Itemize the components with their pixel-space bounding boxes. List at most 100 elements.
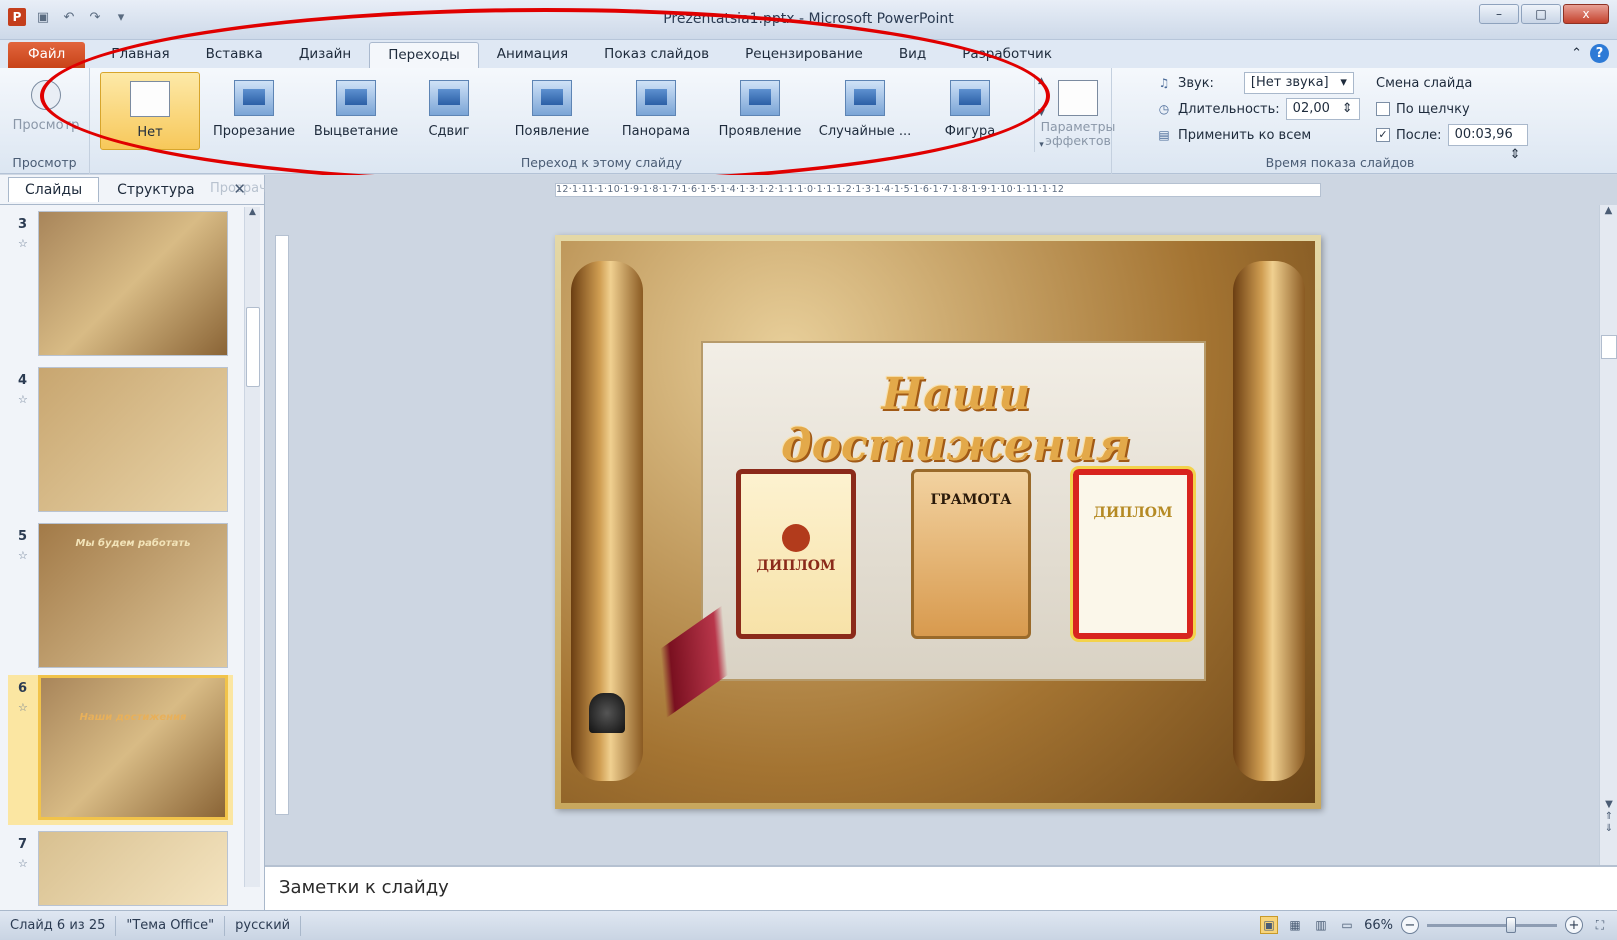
after-spinner[interactable]: 00:03,96 ⇕ bbox=[1447, 124, 1528, 162]
slide-thumbnail-5[interactable]: 5 ☆ Мы будем работать bbox=[8, 523, 233, 673]
tab-view[interactable]: Вид bbox=[881, 42, 944, 68]
scroll-thumb[interactable] bbox=[246, 307, 260, 387]
close-icon[interactable]: ✕ bbox=[233, 180, 246, 198]
window-controls: – □ x bbox=[1479, 4, 1609, 24]
certificate-title: ДИПЛОМ bbox=[756, 558, 836, 574]
tab-slideshow[interactable]: Показ слайдов bbox=[586, 42, 727, 68]
tab-design[interactable]: Дизайн bbox=[281, 42, 369, 68]
transition-none[interactable]: Нет bbox=[100, 72, 200, 150]
slide-thumbnail-3[interactable]: 3 ☆ bbox=[8, 211, 233, 361]
slide-counter: Слайд 6 из 25 bbox=[0, 915, 117, 936]
zoom-slider-knob[interactable] bbox=[1506, 916, 1516, 933]
on-click-checkbox[interactable] bbox=[1376, 102, 1390, 116]
close-button[interactable]: x bbox=[1563, 4, 1609, 24]
tab-developer[interactable]: Разработчик bbox=[944, 42, 1070, 68]
slide-thumbnail-7[interactable]: 7 ☆ bbox=[8, 831, 233, 911]
apply-all-button[interactable]: ▤ Применить ко всем bbox=[1156, 124, 1311, 146]
notes-placeholder[interactable]: Заметки к слайду bbox=[279, 877, 449, 898]
fit-slide-icon[interactable]: ⛶ bbox=[1591, 916, 1609, 934]
zoom-out-icon[interactable]: − bbox=[1401, 916, 1419, 934]
transition-fade[interactable]: Выцветание bbox=[306, 72, 406, 150]
transition-wipe[interactable]: Появление bbox=[502, 72, 602, 150]
editor-scrollbar[interactable]: ▲ ▼ ⇑ ⇓ bbox=[1599, 205, 1617, 865]
tab-file[interactable]: Файл bbox=[8, 42, 86, 68]
scroll-up-icon[interactable]: ▲ bbox=[1600, 205, 1617, 223]
normal-view-icon[interactable]: ▣ bbox=[1260, 916, 1279, 934]
transition-push-icon bbox=[429, 80, 469, 116]
slide-thumbnail-6[interactable]: 6 ☆ Наши достижения bbox=[8, 675, 233, 825]
reading-view-icon[interactable]: ▥ bbox=[1312, 916, 1330, 934]
tab-slides[interactable]: Слайды bbox=[8, 177, 100, 202]
transition-cut[interactable]: Прорезание bbox=[204, 72, 304, 150]
slide-thumbnail-4[interactable]: 4 ☆ bbox=[8, 367, 233, 517]
slide-number: 4 bbox=[18, 373, 28, 388]
slide-number: 7 bbox=[18, 837, 28, 852]
slide-preview: Наши достижения bbox=[38, 675, 228, 820]
panel-scrollbar[interactable]: ▲ bbox=[244, 207, 260, 887]
tab-review[interactable]: Рецензирование bbox=[727, 42, 881, 68]
duration-spinner[interactable]: 02,00 ⇕ bbox=[1285, 98, 1360, 120]
transition-random-bars[interactable]: Случайные ... bbox=[812, 72, 918, 150]
slideshow-view-icon[interactable]: ▭ bbox=[1338, 916, 1356, 934]
ribbon: Просмотр Просмотр Нет Прорезание Выцвета… bbox=[0, 68, 1617, 174]
help-icon[interactable]: ? bbox=[1590, 44, 1609, 63]
animation-star-icon: ☆ bbox=[18, 701, 28, 714]
transition-pan[interactable]: Панорама bbox=[606, 72, 706, 150]
sound-value: [Нет звука] bbox=[1250, 75, 1329, 90]
effect-options-button[interactable]: Параметры эффектов bbox=[1041, 72, 1115, 150]
sound-dropdown[interactable]: [Нет звука] ▾ bbox=[1243, 72, 1354, 94]
transition-label: Проявление bbox=[718, 124, 802, 139]
zoom-slider[interactable] bbox=[1427, 916, 1557, 933]
transition-push[interactable]: Сдвиг bbox=[408, 72, 490, 150]
tab-insert[interactable]: Вставка bbox=[188, 42, 281, 68]
slide-preview bbox=[38, 831, 228, 906]
scroll-up-icon[interactable]: ▲ bbox=[245, 207, 260, 223]
diploma-certificate[interactable]: ДИПЛОМ bbox=[736, 469, 856, 639]
transition-label: Сдвиг bbox=[428, 124, 470, 139]
page-nav-icons[interactable]: ▼ ⇑ ⇓ bbox=[1602, 799, 1616, 835]
notes-pane[interactable]: Заметки к слайду bbox=[265, 865, 1617, 910]
zoom-level[interactable]: 66% bbox=[1364, 918, 1393, 933]
tab-animations[interactable]: Анимация bbox=[479, 42, 586, 68]
transition-reveal[interactable]: Проявление bbox=[710, 72, 810, 150]
slide-sorter-icon[interactable]: ▦ bbox=[1286, 916, 1304, 934]
tab-transitions[interactable]: Переходы bbox=[369, 42, 479, 68]
animation-star-icon: ☆ bbox=[18, 549, 28, 562]
after-row: ✓ После: 00:03,96 ⇕ bbox=[1376, 124, 1528, 162]
status-bar: Слайд 6 из 25 "Тема Office" русский ▣ ▦ … bbox=[0, 910, 1617, 940]
gramota-certificate[interactable]: ГРАМОТА bbox=[911, 469, 1031, 639]
transition-label: Выцветание bbox=[313, 124, 399, 139]
scroll-roll-right bbox=[1233, 261, 1305, 781]
tab-home[interactable]: Главная bbox=[93, 42, 187, 68]
window-title: Prezentatsia1.pptx - Microsoft PowerPoin… bbox=[663, 11, 954, 27]
tab-outline[interactable]: Структура bbox=[101, 178, 210, 202]
gallery-down-icon[interactable]: ▼ bbox=[1038, 108, 1045, 118]
minimize-ribbon-icon[interactable]: ⌃ bbox=[1571, 46, 1582, 61]
minimize-button[interactable]: – bbox=[1479, 4, 1519, 24]
spinner-icon: ⇕ bbox=[1341, 101, 1353, 116]
panel-tabs: Слайды Структура Прозрачное ✕ bbox=[0, 175, 291, 205]
preview-button[interactable]: Просмотр bbox=[8, 72, 84, 150]
ribbon-tabs: Файл Главная Вставка Дизайн Переходы Ани… bbox=[0, 40, 1617, 68]
transition-label: Случайные ... bbox=[818, 124, 912, 139]
scroll-thumb[interactable] bbox=[1601, 335, 1617, 359]
current-slide[interactable]: Наши достижения ДИПЛОМ ГРАМОТА ДИПЛОМ bbox=[555, 235, 1321, 809]
on-click-row[interactable]: По щелчку bbox=[1376, 98, 1470, 120]
theme-name[interactable]: "Тема Office" bbox=[116, 915, 226, 936]
diploma-certificate-2[interactable]: ДИПЛОМ bbox=[1070, 466, 1196, 642]
zoom-in-icon[interactable]: + bbox=[1565, 916, 1583, 934]
slide-title[interactable]: Наши достижения bbox=[711, 369, 1201, 471]
maximize-button[interactable]: □ bbox=[1521, 4, 1561, 24]
gallery-up-icon[interactable]: ▲ bbox=[1038, 76, 1045, 86]
slide-number: 6 bbox=[18, 681, 28, 696]
transition-shape[interactable]: Фигура bbox=[922, 72, 1018, 150]
after-checkbox[interactable]: ✓ bbox=[1376, 128, 1390, 142]
preview-group: Просмотр Просмотр bbox=[0, 68, 90, 174]
slide-preview: Мы будем работать bbox=[38, 523, 228, 668]
slide-editor: 12·1·11·1·10·1·9·1·8·1·7·1·6·1·5·1·4·1·3… bbox=[265, 175, 1617, 865]
on-click-label: По щелчку bbox=[1396, 101, 1470, 117]
transition-shape-icon bbox=[950, 80, 990, 116]
clock-icon: ◷ bbox=[1158, 102, 1170, 116]
language-indicator[interactable]: русский bbox=[225, 915, 302, 936]
sound-icon: ♫ bbox=[1158, 76, 1170, 90]
